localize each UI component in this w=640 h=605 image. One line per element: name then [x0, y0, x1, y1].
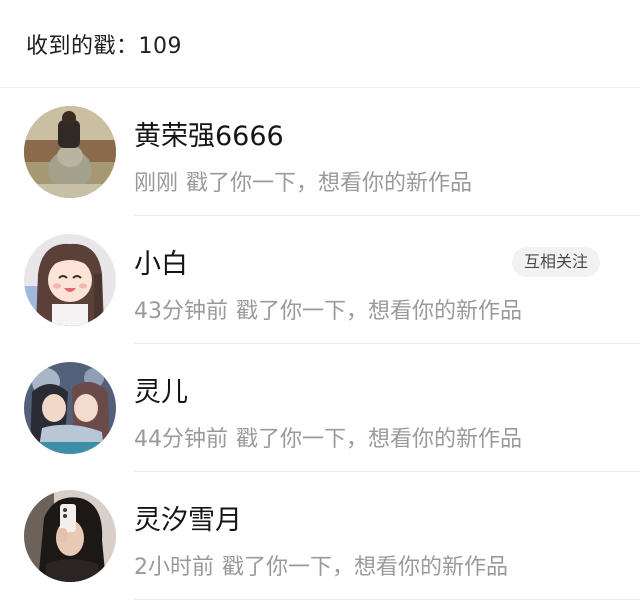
poke-meta: 44分钟前 戳了你一下，想看你的新作品 [134, 421, 522, 453]
page-title: 收到的戳：109 [26, 33, 182, 59]
avatar[interactable] [24, 234, 116, 326]
list-item[interactable]: 灵汐雪月 2小时前 戳了你一下，想看你的新作品 [0, 472, 640, 600]
poke-time: 2小时前 [134, 555, 214, 580]
poke-message: 戳了你一下，想看你的新作品 [236, 427, 523, 452]
user-name: 黄荣强6666 [134, 121, 284, 152]
avatar-anime-girl-smiling [24, 234, 116, 326]
avatar[interactable] [24, 362, 116, 454]
mutual-follow-badge: 互相关注 [511, 247, 600, 277]
avatar-anime-couple [24, 362, 116, 454]
row-divider [134, 599, 640, 600]
page-header: 收到的戳：109 [0, 0, 640, 88]
poke-time: 刚刚 [134, 171, 179, 196]
avatar-girl-mirror-selfie [24, 490, 116, 582]
avatar[interactable] [24, 106, 116, 198]
poke-time: 43分钟前 [134, 299, 228, 324]
user-name: 小白 [134, 249, 188, 280]
poke-message: 戳了你一下，想看你的新作品 [186, 171, 473, 196]
user-name: 灵汐雪月 [134, 505, 242, 536]
poke-list: 黄荣强6666 刚刚 戳了你一下，想看你的新作品 小白 互相关注 43分钟前 戳… [0, 88, 640, 600]
list-item[interactable]: 小白 互相关注 43分钟前 戳了你一下，想看你的新作品 [0, 216, 640, 344]
poke-message: 戳了你一下，想看你的新作品 [222, 555, 509, 580]
poke-meta: 刚刚 戳了你一下，想看你的新作品 [134, 165, 472, 197]
poke-meta: 43分钟前 戳了你一下，想看你的新作品 [134, 293, 522, 325]
avatar-photo-man-with-statue [24, 106, 116, 198]
list-item[interactable]: 黄荣强6666 刚刚 戳了你一下，想看你的新作品 [0, 88, 640, 216]
poke-message: 戳了你一下，想看你的新作品 [236, 299, 523, 324]
poke-time: 44分钟前 [134, 427, 228, 452]
user-name: 灵儿 [134, 377, 188, 408]
avatar[interactable] [24, 490, 116, 582]
list-item[interactable]: 灵儿 44分钟前 戳了你一下，想看你的新作品 [0, 344, 640, 472]
poke-meta: 2小时前 戳了你一下，想看你的新作品 [134, 549, 508, 581]
